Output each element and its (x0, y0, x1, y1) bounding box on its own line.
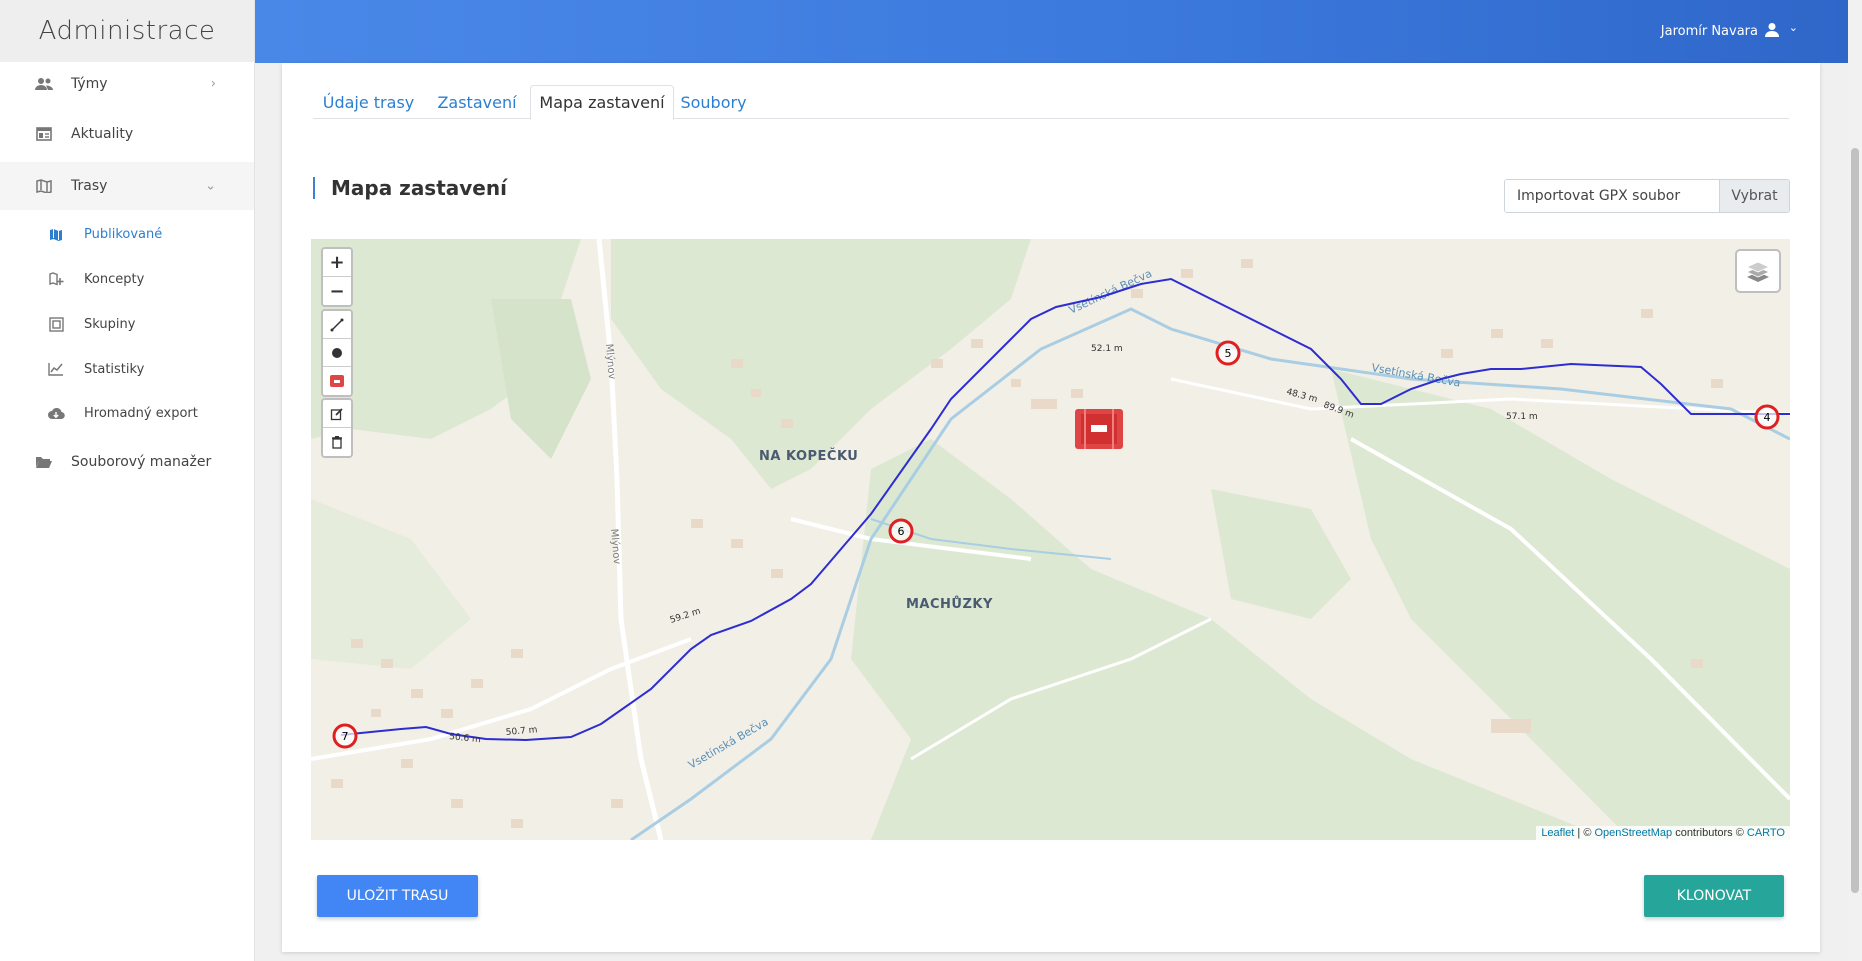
distance-label: 57.1 m (1506, 412, 1538, 422)
attribution-mid: contributors © (1672, 827, 1747, 839)
distance-label: 50.7 m (505, 725, 537, 738)
folder-open-icon (34, 453, 54, 471)
leaflet-link[interactable]: Leaflet (1541, 827, 1574, 839)
zoom-in-button[interactable]: + (323, 249, 351, 277)
sidebar-item-label: Souborový manažer (71, 454, 212, 470)
svg-text:7: 7 (342, 730, 349, 743)
layers-control[interactable] (1735, 249, 1781, 293)
brand-title: Administrace (0, 0, 254, 62)
svg-text:5: 5 (1225, 347, 1232, 360)
sidebar-subitem-hromadny-export[interactable]: Hromadný export (0, 399, 254, 427)
tab-soubory[interactable]: Soubory (674, 85, 753, 120)
attribution-sep: | © (1574, 827, 1595, 839)
scrollbar-thumb[interactable] (1851, 148, 1859, 893)
place-label-na-kopecku: NA KOPEČKU (759, 449, 859, 464)
draw-marker-button[interactable] (323, 339, 351, 367)
page-scrollbar[interactable] (1848, 0, 1862, 961)
chevron-right-icon: › (210, 76, 216, 92)
chevron-down-icon[interactable]: ⌄ (1789, 21, 1798, 34)
gpx-browse-button[interactable]: Vybrat (1719, 180, 1789, 212)
svg-text:6: 6 (898, 525, 905, 538)
layers-icon (1746, 261, 1770, 282)
main-card: Údaje trasy Zastavení Mapa zastavení Sou… (282, 63, 1820, 952)
delete-layers-button[interactable] (323, 428, 351, 456)
edit-layers-button[interactable] (323, 400, 351, 428)
sidebar: Administrace Týmy › Aktuality Trasy ⌄ Pu… (0, 0, 255, 961)
street-label: Vsetínská Bečva (686, 715, 771, 771)
chart-line-icon (47, 361, 65, 377)
gpx-file-input[interactable]: Importovat GPX soubor Vybrat (1504, 179, 1790, 213)
sidebar-subitem-label: Koncepty (84, 271, 145, 287)
zoom-control: + − (321, 247, 353, 307)
distance-label: 50.6 m (449, 732, 482, 745)
map-icon (34, 177, 54, 195)
draw-polyline-button[interactable] (323, 311, 351, 339)
save-route-button[interactable]: ULOŽIT TRASU (317, 875, 478, 917)
tab-mapa-zastaveni[interactable]: Mapa zastavení (530, 85, 674, 120)
draw-flag-button[interactable] (323, 367, 351, 395)
stop-marker-6[interactable]: 6 (888, 518, 914, 544)
clone-button[interactable]: KLONOVAT (1644, 875, 1784, 917)
sidebar-item-label: Týmy (71, 76, 108, 92)
trash-icon (332, 436, 342, 449)
tab-zastaveni[interactable]: Zastavení (424, 85, 530, 120)
layers-square-icon (47, 316, 65, 332)
distance-label: 59.2 m (669, 607, 702, 626)
users-icon (34, 75, 54, 93)
sidebar-subitem-label: Hromadný export (84, 405, 198, 421)
polyline-icon (330, 318, 344, 331)
sidebar-subitem-publikovane[interactable]: Publikované (0, 220, 254, 248)
svg-text:4: 4 (1764, 411, 1771, 424)
edit-icon (330, 407, 343, 420)
cloud-download-icon (47, 405, 65, 421)
sidebar-item-tymy[interactable]: Týmy › (0, 62, 254, 106)
tab-bar: Údaje trasy Zastavení Mapa zastavení Sou… (313, 85, 1789, 120)
place-label-machuzky: MACHŮZKY (906, 597, 993, 612)
stop-marker-7[interactable]: 7 (332, 723, 358, 749)
map-tiles[interactable]: Vsetínská Bečva Vsetínská Bečva Vsetínsk… (311, 239, 1790, 840)
sidebar-item-label: Aktuality (71, 126, 134, 142)
sidebar-item-trasy[interactable]: Trasy ⌄ (0, 162, 254, 210)
sidebar-subitem-label: Skupiny (84, 316, 136, 332)
sidebar-item-souborovy-manazer[interactable]: Souborový manažer (0, 440, 254, 484)
street-label: Mlýnov (603, 343, 618, 380)
gpx-file-label[interactable]: Importovat GPX soubor (1505, 180, 1719, 212)
sidebar-item-aktuality[interactable]: Aktuality (0, 112, 254, 156)
tab-udaje-trasy[interactable]: Údaje trasy (313, 85, 424, 120)
carto-link[interactable]: CARTO (1747, 827, 1785, 839)
map-marker-plus-icon (47, 271, 65, 287)
sidebar-subitem-statistiky[interactable]: Statistiky (0, 355, 254, 383)
osm-link[interactable]: OpenStreetMap (1594, 827, 1672, 839)
stop-marker-5[interactable]: 5 (1215, 340, 1241, 366)
draw-toolbar (321, 309, 353, 397)
sidebar-subitem-koncepty[interactable]: Koncepty (0, 265, 254, 293)
user-icon[interactable] (1764, 22, 1780, 42)
distance-label: 48.3 m (1285, 387, 1318, 405)
sidebar-item-label: Trasy (71, 178, 108, 194)
circle-marker-icon (332, 347, 342, 358)
user-name[interactable]: Jaromír Navara (1661, 0, 1758, 63)
start-flag-icon (330, 375, 344, 387)
edit-toolbar (321, 398, 353, 458)
stop-marker-4[interactable]: 4 (1754, 404, 1780, 430)
newspaper-icon (34, 125, 54, 143)
chevron-down-icon: ⌄ (205, 178, 216, 194)
sidebar-subitem-skupiny[interactable]: Skupiny (0, 310, 254, 338)
map[interactable]: Vsetínská Bečva Vsetínská Bečva Vsetínsk… (311, 239, 1790, 840)
section-title: Mapa zastavení (313, 177, 507, 199)
sidebar-subitem-label: Publikované (84, 226, 163, 242)
map-attribution: Leaflet | © OpenStreetMap contributors ©… (1536, 826, 1790, 840)
top-header: Jaromír Navara ⌄ (255, 0, 1848, 63)
sidebar-subitem-label: Statistiky (84, 361, 145, 377)
map-icon (47, 226, 65, 242)
zoom-out-button[interactable]: − (323, 277, 351, 305)
distance-label: 52.1 m (1091, 344, 1123, 354)
start-flag-marker[interactable] (1075, 409, 1123, 449)
